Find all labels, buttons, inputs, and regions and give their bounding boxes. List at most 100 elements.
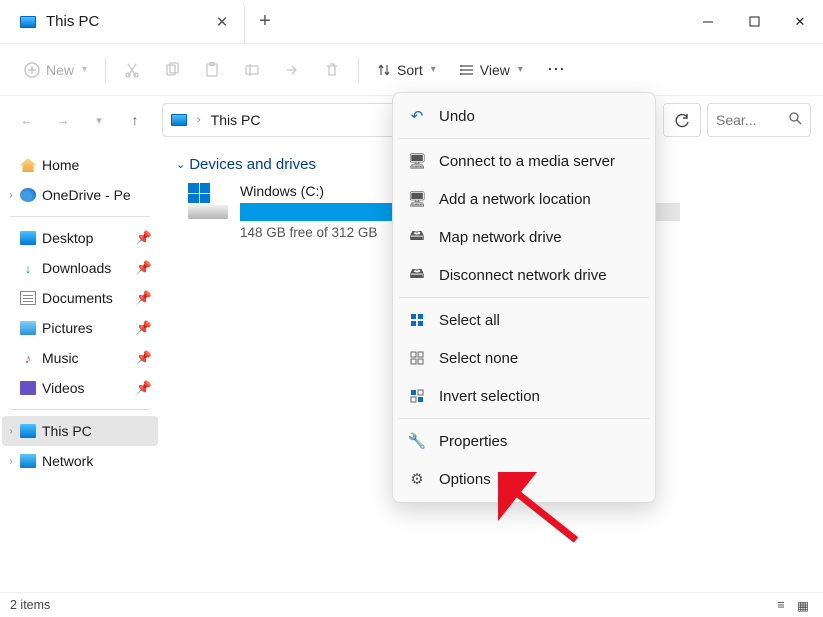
paste-icon xyxy=(204,62,220,78)
maximize-button[interactable] xyxy=(731,0,777,43)
tab-title: This PC xyxy=(46,13,99,30)
up-button[interactable]: ↑ xyxy=(120,105,150,135)
navigation-pane: Home › OneDrive - Pe Desktop📌 ↓Downloads📌… xyxy=(0,144,160,592)
toolbar: New ▾ Sort ▾ View ▾ ⋯ xyxy=(0,44,823,96)
chevron-down-icon: ▾ xyxy=(431,64,436,75)
menu-properties[interactable]: 🔧Properties xyxy=(393,422,655,460)
copy-button[interactable] xyxy=(154,52,190,88)
pin-icon: 📌 xyxy=(136,320,152,336)
close-window-button[interactable]: ✕ xyxy=(777,0,823,43)
sidebar-label: Videos xyxy=(42,380,85,396)
search-box[interactable]: Sear... xyxy=(707,103,811,137)
minimize-button[interactable] xyxy=(685,0,731,43)
menu-connect-media-server[interactable]: 🖥Connect to a media server xyxy=(393,142,655,180)
menu-undo[interactable]: ↶Undo xyxy=(393,97,655,135)
copy-icon xyxy=(164,62,180,78)
menu-select-none[interactable]: Select none xyxy=(393,339,655,377)
sort-button[interactable]: Sort ▾ xyxy=(367,52,446,88)
plus-circle-icon xyxy=(24,62,40,78)
forward-button[interactable]: → xyxy=(48,105,78,135)
sidebar-item-desktop[interactable]: Desktop📌 xyxy=(2,223,158,253)
window-controls: ✕ xyxy=(685,0,823,43)
sidebar-divider xyxy=(10,409,150,410)
expand-icon[interactable]: › xyxy=(6,456,16,467)
sidebar-item-network[interactable]: › Network xyxy=(2,446,158,476)
new-button[interactable]: New ▾ xyxy=(14,52,97,88)
paste-button[interactable] xyxy=(194,52,230,88)
sidebar-item-pictures[interactable]: Pictures📌 xyxy=(2,313,158,343)
menu-label: Select none xyxy=(439,350,518,367)
sidebar-label: OneDrive - Pe xyxy=(42,187,131,203)
search-icon xyxy=(789,112,802,128)
menu-invert-selection[interactable]: Invert selection xyxy=(393,377,655,415)
disconnect-drive-icon: 🖴 xyxy=(409,267,425,283)
sidebar-item-downloads[interactable]: ↓Downloads📌 xyxy=(2,253,158,283)
rename-icon xyxy=(244,62,260,78)
share-button[interactable] xyxy=(274,52,310,88)
invert-selection-icon xyxy=(409,388,425,404)
cut-button[interactable] xyxy=(114,52,150,88)
this-pc-icon xyxy=(20,424,36,438)
sidebar-item-videos[interactable]: Videos 📌 xyxy=(2,373,158,403)
new-tab-button[interactable]: + xyxy=(245,0,285,43)
menu-add-network-location[interactable]: 🖥 Add a network location xyxy=(393,180,655,218)
view-button[interactable]: View ▾ xyxy=(450,52,533,88)
sidebar-label: Home xyxy=(42,157,79,173)
section-title: Devices and drives xyxy=(189,156,316,173)
this-pc-icon xyxy=(20,16,36,28)
trash-icon xyxy=(324,62,340,78)
titlebar: This PC ✕ + ✕ xyxy=(0,0,823,44)
sidebar-item-music[interactable]: ♪Music📌 xyxy=(2,343,158,373)
back-button[interactable]: ← xyxy=(12,105,42,135)
sidebar-item-documents[interactable]: Documents📌 xyxy=(2,283,158,313)
sidebar-item-onedrive[interactable]: › OneDrive - Pe xyxy=(2,180,158,210)
view-icon xyxy=(460,63,474,77)
tab-close-button[interactable]: ✕ xyxy=(214,13,230,31)
menu-label: Add a network location xyxy=(439,191,591,208)
sidebar-item-thispc[interactable]: ›This PC xyxy=(2,416,158,446)
this-pc-icon xyxy=(171,114,187,126)
menu-label: Connect to a media server xyxy=(439,153,615,170)
thumbnails-view-button[interactable]: ▦ xyxy=(793,596,813,614)
select-none-icon xyxy=(409,350,425,366)
sidebar-item-home[interactable]: Home xyxy=(2,150,158,180)
map-drive-icon: 🖴 xyxy=(409,229,425,245)
recent-locations-button[interactable]: ▾ xyxy=(84,105,114,135)
menu-label: Undo xyxy=(439,108,475,125)
select-all-icon xyxy=(409,312,425,328)
menu-select-all[interactable]: Select all xyxy=(393,301,655,339)
refresh-button[interactable] xyxy=(663,103,701,137)
expand-icon[interactable]: › xyxy=(6,190,16,201)
menu-separator xyxy=(399,138,649,139)
menu-options[interactable]: ⚙Options xyxy=(393,460,655,498)
pin-icon: 📌 xyxy=(136,350,152,366)
sidebar-divider xyxy=(10,216,150,217)
pin-icon: 📌 xyxy=(136,380,152,396)
menu-label: Select all xyxy=(439,312,500,329)
toolbar-divider xyxy=(358,58,359,82)
menu-separator xyxy=(399,418,649,419)
sidebar-label: Documents xyxy=(42,290,113,306)
expand-icon[interactable]: › xyxy=(6,426,16,437)
details-view-button[interactable]: ≡ xyxy=(771,596,791,614)
menu-label: Disconnect network drive xyxy=(439,267,607,284)
pin-icon: 📌 xyxy=(136,260,152,276)
network-location-icon: 🖥 xyxy=(409,191,425,207)
more-button[interactable]: ⋯ xyxy=(537,52,576,88)
chevron-down-icon: ⌄ xyxy=(176,158,185,171)
new-label: New xyxy=(46,62,74,78)
rename-button[interactable] xyxy=(234,52,270,88)
context-menu: ↶Undo 🖥Connect to a media server 🖥 Add a … xyxy=(392,92,656,503)
item-count: 2 items xyxy=(10,598,50,612)
sort-icon xyxy=(377,63,391,77)
window-tab[interactable]: This PC ✕ xyxy=(0,0,245,43)
menu-disconnect-network-drive[interactable]: 🖴 Disconnect network drive xyxy=(393,256,655,294)
drive-icon xyxy=(188,183,228,219)
delete-button[interactable] xyxy=(314,52,350,88)
sidebar-label: Network xyxy=(42,453,93,469)
breadcrumb-location[interactable]: This PC xyxy=(211,112,261,128)
menu-map-network-drive[interactable]: 🖴Map network drive xyxy=(393,218,655,256)
chevron-down-icon: ▾ xyxy=(518,64,523,75)
cloud-icon xyxy=(20,188,36,202)
download-icon: ↓ xyxy=(20,261,36,275)
